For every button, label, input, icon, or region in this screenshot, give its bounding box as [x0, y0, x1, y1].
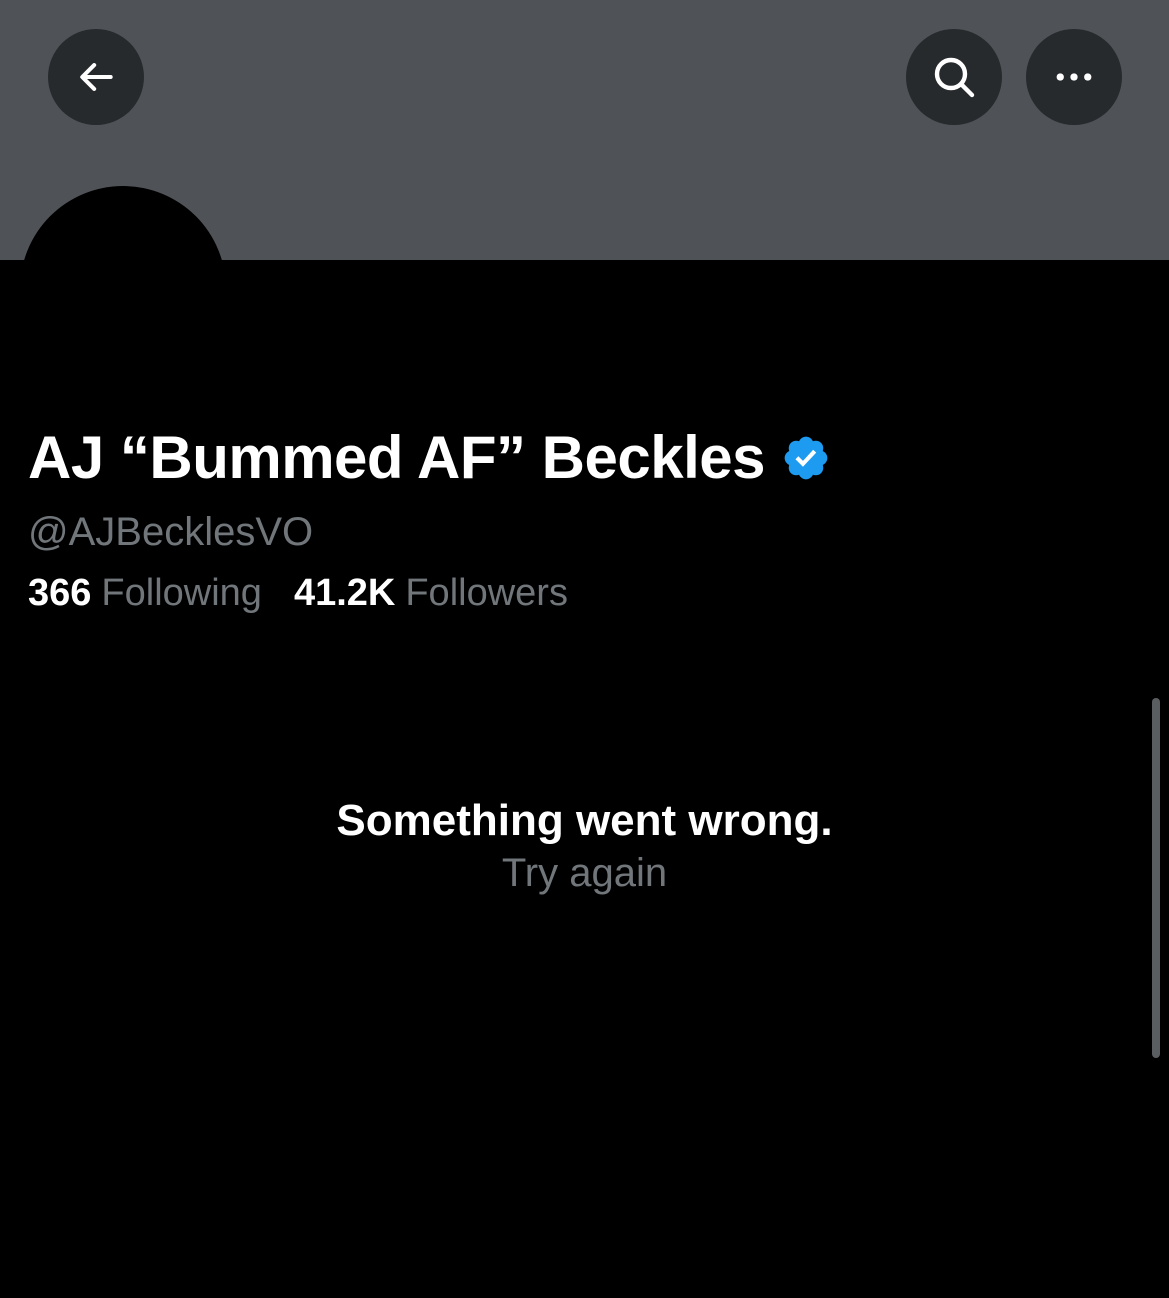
followers-link[interactable]: 41.2K Followers: [294, 570, 568, 616]
followers-count: 41.2K: [293, 572, 396, 614]
more-options-button[interactable]: [1026, 29, 1122, 125]
following-count: 366: [28, 572, 92, 614]
scrollbar[interactable]: [1152, 698, 1160, 1058]
search-button[interactable]: [906, 29, 1002, 125]
following-link[interactable]: 366 Following: [28, 570, 262, 616]
arrow-left-icon: [80, 63, 113, 91]
search-icon: [934, 57, 975, 98]
following-label: Following: [101, 572, 262, 614]
error-message: Something went wrong. Try again: [0, 794, 1169, 898]
error-title: Something went wrong.: [336, 796, 833, 845]
profile-handle: @AJBecklesVO: [28, 510, 314, 554]
avatar[interactable]: [20, 186, 226, 260]
avatar-clip: [0, 0, 1169, 260]
back-button[interactable]: [48, 29, 144, 125]
try-again-button[interactable]: Try again: [502, 848, 667, 898]
more-horizontal-icon: [1056, 73, 1092, 81]
verified-badge-icon[interactable]: [781, 433, 831, 483]
follow-stats: 366 Following 41.2K Followers: [28, 570, 568, 616]
display-name: AJ “Bummed AF” Beckles: [28, 424, 766, 491]
followers-label: Followers: [405, 572, 568, 614]
profile-name-row: AJ “Bummed AF” Beckles: [28, 422, 831, 494]
